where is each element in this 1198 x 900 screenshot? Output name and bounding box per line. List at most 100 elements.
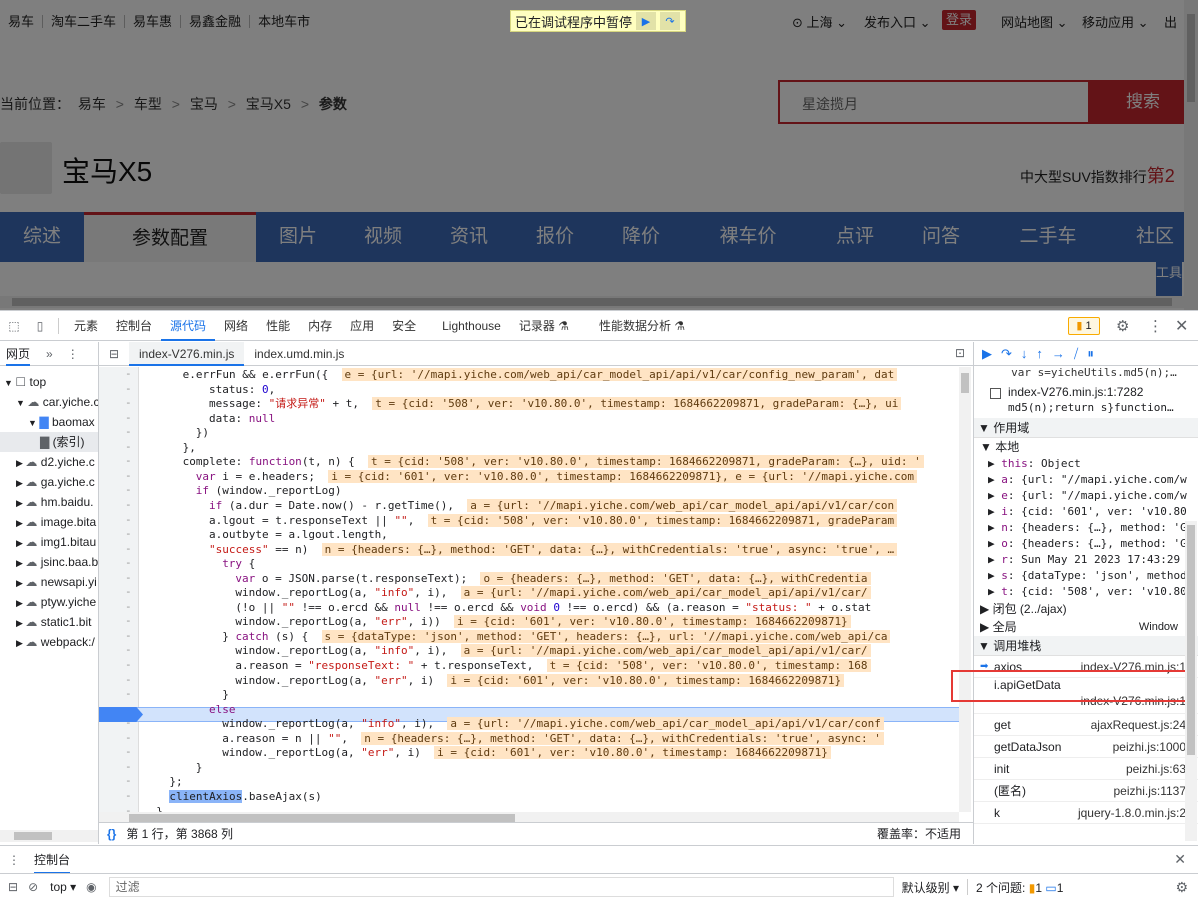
breadcrumb-link[interactable]: 宝马 — [190, 96, 218, 112]
more-options-icon[interactable]: ⋮ — [1148, 317, 1163, 335]
panel-memory[interactable]: 内存 — [299, 311, 341, 341]
line-number[interactable]: - — [125, 687, 132, 700]
collapse-arrow-icon[interactable]: ▶ — [16, 558, 25, 568]
code-vertical-scrollbar[interactable] — [959, 367, 971, 812]
device-toolbar-icon[interactable]: ▯ — [28, 311, 52, 341]
line-number[interactable]: - — [125, 396, 132, 409]
expand-arrow-icon[interactable]: ▼ — [16, 398, 27, 408]
page-vertical-scrollbar[interactable] — [1184, 0, 1198, 310]
resume-icon[interactable]: ▶ — [982, 346, 992, 362]
scope-variable[interactable]: ▶ s: {dataType: 'json', method — [974, 568, 1198, 584]
line-number[interactable]: - — [125, 774, 132, 787]
line-number[interactable]: - — [125, 600, 132, 613]
collapse-arrow-icon[interactable]: ▶ — [16, 538, 25, 548]
tree-node[interactable]: ▶ ☁ image.bita — [0, 512, 98, 532]
tree-node[interactable]: ▶ ☁ jsinc.baa.b — [0, 552, 98, 572]
line-number[interactable]: - — [125, 614, 132, 627]
tree-node[interactable]: ▶ ☁ img1.bitau — [0, 532, 98, 552]
scope-variable[interactable]: ▶ o: {headers: {…}, method: 'G — [974, 536, 1198, 552]
search-button[interactable]: 搜索 — [1088, 80, 1198, 124]
tab-videos[interactable]: 视频 — [340, 212, 426, 262]
rank-info[interactable]: 中大型SUV指数排行第2 — [1020, 162, 1175, 188]
tree-node[interactable]: ▼ ☐ top — [0, 372, 98, 392]
close-drawer-icon[interactable]: ✕ — [1174, 851, 1186, 868]
scope-variable[interactable]: ▶ this: Object — [974, 456, 1198, 472]
scope-variable[interactable]: ▶ i: {cid: '601', ver: 'v10.80 — [974, 504, 1198, 520]
breakpoint-item[interactable]: index-V276.min.js:1:7282 md5(n);return s… — [974, 384, 1198, 418]
local-scope-header[interactable]: ▼ 本地 — [974, 438, 1198, 456]
tab-news[interactable]: 资讯 — [426, 212, 512, 262]
toggle-debugger-icon[interactable]: ⊡ — [955, 346, 965, 360]
panel-application[interactable]: 应用 — [341, 311, 383, 341]
panel-network[interactable]: 网络 — [215, 311, 257, 341]
source-code[interactable]: e.errFun && e.errFun({ e = {url: '//mapi… — [139, 367, 959, 816]
topnav-link[interactable]: 本地车市 — [250, 15, 318, 28]
navigator-menu-icon[interactable]: ⋮ — [67, 347, 79, 361]
line-number[interactable]: - — [125, 367, 132, 380]
panel-recorder[interactable]: 记录器 ⚗ — [510, 311, 578, 341]
login-button[interactable]: 登录 — [942, 10, 976, 30]
tree-node[interactable]: ▶ ☁ webpack:/ — [0, 632, 98, 652]
collapse-arrow-icon[interactable]: ▶ — [16, 458, 25, 468]
tool-float-button[interactable]: 工具 — [1156, 262, 1182, 296]
breadcrumb-link[interactable]: 宝马X5 — [246, 96, 291, 112]
expand-arrow-icon[interactable]: ▼ — [28, 418, 39, 428]
collapse-arrow-icon[interactable]: ▶ — [16, 618, 25, 628]
panel-perf-insights[interactable]: 性能数据分析 ⚗ — [590, 311, 694, 341]
tree-node[interactable]: ▶ ☁ d2.yiche.c — [0, 452, 98, 472]
line-number[interactable]: - — [125, 629, 132, 642]
line-number[interactable]: - — [125, 643, 132, 656]
step-out-icon[interactable]: ↑ — [1036, 346, 1043, 361]
publish-menu[interactable]: 发布入口 ⌄ — [864, 12, 931, 31]
line-number[interactable]: - — [125, 454, 132, 467]
scope-variable[interactable]: ▶ t: {cid: '508', ver: 'v10.80 — [974, 584, 1198, 600]
panel-security[interactable]: 安全 — [383, 311, 425, 341]
call-frame[interactable]: init peizhi.js:63 — [974, 758, 1198, 780]
scope-variable[interactable]: ▶ n: {headers: {…}, method: 'G — [974, 520, 1198, 536]
navigator-scrollbar[interactable] — [0, 830, 98, 842]
collapse-arrow-icon[interactable]: ▶ — [16, 498, 25, 508]
pretty-print-icon[interactable]: {} — [107, 827, 116, 841]
line-number[interactable]: - — [125, 469, 132, 482]
callstack-section-header[interactable]: ▼ 调用堆栈 — [974, 636, 1198, 656]
close-devtools-icon[interactable]: ✕ — [1175, 316, 1188, 336]
log-level-select[interactable]: 默认级别 ▾ — [902, 879, 959, 896]
issues-badge[interactable]: ▮ 1 — [1068, 317, 1100, 335]
panel-lighthouse[interactable]: Lighthouse — [433, 311, 510, 341]
page-horizontal-scrollbar[interactable] — [0, 296, 1184, 308]
global-scope[interactable]: ▶ 全局 Window — [974, 618, 1198, 636]
line-number[interactable]: - — [125, 411, 132, 424]
breakpoint-checkbox[interactable] — [990, 388, 1001, 399]
expand-arrow-icon[interactable]: ▼ — [4, 378, 15, 388]
tree-node[interactable]: ▶ ☁ static1.bit — [0, 612, 98, 632]
breakpoint-item[interactable]: var s=yicheUtils.md5(n);… — [974, 366, 1198, 384]
live-expression-eye-icon[interactable]: ◉ — [86, 880, 96, 894]
city-selector[interactable]: ⊙ 上海 ⌄ — [792, 12, 847, 31]
line-number[interactable]: - — [125, 440, 132, 453]
breadcrumb-link[interactable]: 车型 — [134, 96, 162, 112]
issues-counter[interactable]: 2 个问题: ▮1 ▭1 — [976, 879, 1063, 896]
line-number[interactable]: - — [125, 789, 132, 802]
line-number[interactable]: - — [125, 425, 132, 438]
sitemap-menu[interactable]: 网站地图 ⌄ — [1001, 12, 1068, 31]
toggle-navigator-icon[interactable]: ⊟ — [99, 342, 129, 366]
tab-price[interactable]: 报价 — [512, 212, 598, 262]
line-number[interactable]: - — [125, 513, 132, 526]
context-selector[interactable]: top ▾ — [50, 880, 76, 894]
breadcrumb-link[interactable]: 易车 — [78, 96, 106, 112]
topnav-link[interactable]: 易车惠 — [125, 14, 182, 28]
line-number[interactable]: - — [125, 745, 132, 758]
console-filter-input[interactable]: 过滤 — [108, 877, 894, 897]
tab-discount[interactable]: 降价 — [598, 212, 684, 262]
sidebar-toggle-icon[interactable]: ⊟ — [8, 880, 18, 894]
tab-used-car[interactable]: 二手车 — [984, 212, 1112, 262]
settings-gear-icon[interactable]: ⚙ — [1116, 317, 1129, 335]
tab-images[interactable]: 图片 — [256, 212, 340, 262]
line-number[interactable]: - — [125, 556, 132, 569]
tab-overview[interactable]: 综述 — [0, 212, 84, 262]
scope-variable[interactable]: ▶ a: {url: "//mapi.yiche.com/w — [974, 472, 1198, 488]
panel-sources[interactable]: 源代码 — [161, 311, 216, 341]
tab-bare-price[interactable]: 裸车价 — [684, 212, 812, 262]
collapse-arrow-icon[interactable]: ▶ — [16, 598, 25, 608]
exit-link[interactable]: 出 — [1164, 12, 1177, 31]
